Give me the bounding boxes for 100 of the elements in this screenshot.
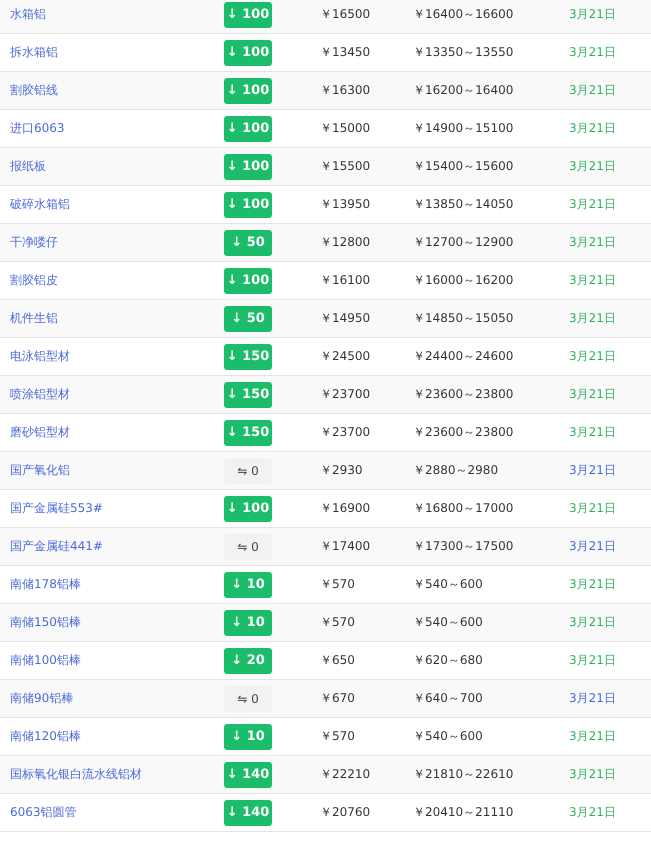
product-name-link[interactable]: 喷涂铝型材	[0, 386, 224, 403]
price-change-badge: ↓ 100	[224, 2, 272, 28]
date-cell-text: 3月21日	[569, 614, 617, 631]
price-cell-text: ￥570	[320, 614, 356, 631]
date-cell-text: 3月21日	[569, 82, 617, 99]
product-name-link[interactable]: 进口6063	[0, 120, 224, 137]
price-cell-text: ￥570	[320, 728, 356, 745]
price-cell-text: ￥15000	[320, 120, 372, 137]
price-change-badge: ↓ 10	[224, 724, 272, 750]
product-name-link[interactable]: 国产金属硅441#	[0, 538, 224, 555]
price-range-cell-text: ￥13350～13550	[413, 44, 514, 61]
product-name-link[interactable]: 水箱铝	[0, 6, 224, 23]
price-change-badge: ⇋ 0	[224, 534, 272, 560]
price-range-cell-text: ￥13850～14050	[413, 196, 514, 213]
price-cell-text: ￥12800	[320, 234, 372, 251]
price-change-badge: ↓ 50	[224, 306, 272, 332]
product-name-link[interactable]: 拆水箱铝	[0, 44, 224, 61]
price-range-cell-text: ￥640～700	[413, 690, 484, 707]
date-cell-text: 3月21日	[569, 44, 617, 61]
price-range-cell-text: ￥540～600	[413, 614, 484, 631]
price-range-cell-text: ￥23600～23800	[413, 386, 514, 403]
date-cell-text: 3月21日	[569, 500, 617, 517]
price-cell-text: ￥15500	[320, 158, 372, 175]
price-change-badge: ↓ 100	[224, 116, 272, 142]
product-name-link[interactable]: 国标氧化银白流水线铝材	[0, 766, 224, 783]
product-name-link[interactable]: 南储150铝棒	[0, 614, 224, 631]
price-range-cell-text: ￥540～600	[413, 576, 484, 593]
price-change-badge: ↓ 100	[224, 78, 272, 104]
price-range-cell-text: ￥14900～15100	[413, 120, 514, 137]
price-cell-text: ￥20760	[320, 804, 372, 821]
price-cell-text: ￥17400	[320, 538, 372, 555]
date-cell-text: 3月21日	[569, 462, 617, 479]
price-cell-text: ￥23700	[320, 386, 372, 403]
price-change-badge: ↓ 10	[224, 610, 272, 636]
price-change-badge: ↓ 140	[224, 800, 272, 826]
product-name-link[interactable]: 磨砂铝型材	[0, 424, 224, 441]
price-range-cell-text: ￥23600～23800	[413, 424, 514, 441]
date-cell-text: 3月21日	[569, 576, 617, 593]
price-cell-text: ￥670	[320, 690, 356, 707]
product-name-link[interactable]: 破碎水箱铝	[0, 196, 224, 213]
date-cell-text: 3月21日	[569, 690, 617, 707]
price-cell-text: ￥23700	[320, 424, 372, 441]
price-cell-text: ￥16300	[320, 82, 372, 99]
price-change-badge: ↓ 100	[224, 268, 272, 294]
product-name-link[interactable]: 割胶铝皮	[0, 272, 224, 289]
product-name-link[interactable]: 南储90铝棒	[0, 690, 224, 707]
date-cell-text: 3月21日	[569, 728, 617, 745]
date-cell-text: 3月21日	[569, 310, 617, 327]
price-change-badge: ↓ 50	[224, 230, 272, 256]
price-range-cell-text: ￥15400～15600	[413, 158, 514, 175]
product-name-link[interactable]: 割胶铝线	[0, 82, 224, 99]
price-cell-text: ￥570	[320, 576, 356, 593]
price-change-badge: ↓ 100	[224, 40, 272, 66]
price-range-cell-text: ￥16400～16600	[413, 6, 514, 23]
price-cell-text: ￥22210	[320, 766, 372, 783]
product-name-link[interactable]: 干净喽仔	[0, 234, 224, 251]
date-cell-text: 3月21日	[569, 804, 617, 821]
price-cell-text: ￥16100	[320, 272, 372, 289]
date-cell-text: 3月21日	[569, 538, 617, 555]
price-range-cell-text: ￥24400～24600	[413, 348, 514, 365]
date-cell-text: 3月21日	[569, 234, 617, 251]
price-range-cell-text: ￥16000～16200	[413, 272, 514, 289]
date-cell-text: 3月21日	[569, 766, 617, 783]
price-cell-text: ￥13950	[320, 196, 372, 213]
price-change-badge: ↓ 150	[224, 420, 272, 446]
product-name-link[interactable]: 南储178铝棒	[0, 576, 224, 593]
product-name-link[interactable]: 电泳铝型材	[0, 348, 224, 365]
product-name-link[interactable]: 报纸板	[0, 158, 224, 175]
price-change-badge: ↓ 140	[224, 762, 272, 788]
price-range-cell-text: ￥12700～12900	[413, 234, 514, 251]
price-range-cell-text: ￥540～600	[413, 728, 484, 745]
price-change-badge: ⇋ 0	[224, 686, 272, 712]
price-change-badge: ↓ 100	[224, 496, 272, 522]
date-cell-text: 3月21日	[569, 386, 617, 403]
product-name-link[interactable]: 国产氧化铝	[0, 462, 224, 479]
price-change-badge: ↓ 100	[224, 192, 272, 218]
price-range-cell-text: ￥2880～2980	[413, 462, 500, 479]
date-cell-text: 3月21日	[569, 196, 617, 213]
price-cell-text: ￥24500	[320, 348, 372, 365]
product-name-link[interactable]: 机件生铝	[0, 310, 224, 327]
price-cell-text: ￥650	[320, 652, 356, 669]
price-range-cell-text: ￥20410～21110	[413, 804, 514, 821]
price-cell-text: ￥16900	[320, 500, 372, 517]
date-cell-text: 3月21日	[569, 272, 617, 289]
date-cell-text: 3月21日	[569, 348, 617, 365]
price-cell-text: ￥14950	[320, 310, 372, 327]
date-cell-text: 3月21日	[569, 158, 617, 175]
price-range-cell-text: ￥17300～17500	[413, 538, 514, 555]
product-name-link[interactable]: 国产金属硅553#	[0, 500, 224, 517]
price-change-badge: ↓ 20	[224, 648, 272, 674]
product-name-link[interactable]: 南储100铝棒	[0, 652, 224, 669]
product-name-link[interactable]: 6063铝圆管	[0, 804, 224, 821]
date-cell-text: 3月21日	[569, 652, 617, 669]
price-range-cell-text: ￥21810～22610	[413, 766, 514, 783]
price-cell-text: ￥16500	[320, 6, 372, 23]
date-cell-text: 3月21日	[569, 120, 617, 137]
product-name-link[interactable]: 南储120铝棒	[0, 728, 224, 745]
price-range-cell-text: ￥620～680	[413, 652, 484, 669]
price-cell-text: ￥2930	[320, 462, 364, 479]
price-change-badge: ↓ 10	[224, 572, 272, 598]
